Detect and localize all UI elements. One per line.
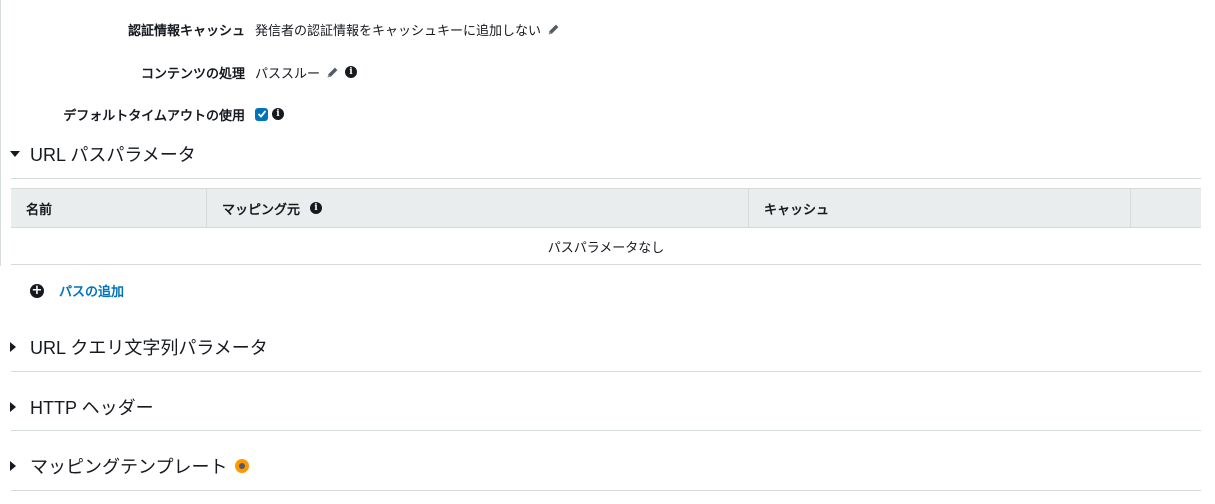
content-handling-value: パススルー (255, 66, 321, 82)
default-timeout-checkbox[interactable] (255, 107, 268, 121)
content-handling-row: コンテンツの処理 パススルー i (0, 62, 1215, 82)
plus-circle-icon: + (30, 283, 44, 298)
divider (11, 490, 1201, 491)
credentials-cache-value: 発信者の認証情報をキャッシュキーに追加しない (255, 23, 542, 39)
add-path-button[interactable]: + パスの追加 (30, 281, 124, 300)
info-icon[interactable]: i (310, 202, 323, 214)
info-icon[interactable]: i (272, 108, 284, 120)
caret-right-icon (0, 402, 30, 412)
column-header-label: 名前 (26, 202, 53, 218)
caret-right-icon (0, 461, 30, 471)
mapping-templates-header[interactable]: マッピングテンプレート (0, 455, 1201, 477)
table-header: 名前 マッピング元 i キャッシュ (11, 188, 1201, 228)
empty-state-row: パスパラメータなし (11, 228, 1201, 265)
http-headers-header[interactable]: HTTP ヘッダー (0, 396, 1201, 418)
content-handling-value-wrap: パススルー i (255, 63, 358, 82)
status-dot-icon (235, 459, 250, 473)
path-params-table: 名前 マッピング元 i キャッシュ パスパラメータなし (11, 188, 1201, 265)
column-header-name: 名前 (11, 189, 207, 227)
column-header-cache: キャッシュ (749, 189, 1131, 227)
default-timeout-row: デフォルトタイムアウトの使用 i (0, 104, 1215, 124)
section-title: HTTP ヘッダー (30, 398, 154, 418)
pencil-icon[interactable] (326, 66, 339, 79)
pencil-icon[interactable] (547, 23, 560, 36)
column-header-mapped-from: マッピング元 i (207, 189, 749, 227)
section-title: マッピングテンプレート (30, 457, 228, 477)
divider (11, 430, 1201, 431)
credentials-cache-value-wrap: 発信者の認証情報をキャッシュキーに追加しない (255, 20, 560, 39)
add-path-label: パスの追加 (59, 285, 125, 300)
query-string-params-header[interactable]: URL クエリ文字列パラメータ (0, 336, 1201, 358)
credentials-cache-row: 認証情報キャッシュ 発信者の認証情報をキャッシュキーに追加しない (0, 19, 1215, 39)
credentials-cache-label: 認証情報キャッシュ (127, 23, 245, 39)
content-handling-label: コンテンツの処理 (140, 66, 245, 82)
column-header-label: マッピング元 (222, 202, 301, 218)
caret-right-icon (0, 342, 30, 352)
caret-down-icon (0, 151, 30, 157)
checkmark-icon (257, 110, 266, 118)
left-border (0, 0, 1, 266)
section-title: URL パスパラメータ (30, 145, 196, 165)
default-timeout-label: デフォルトタイムアウトの使用 (63, 108, 245, 124)
default-timeout-value-wrap: i (255, 107, 284, 121)
divider (11, 178, 1201, 179)
info-icon[interactable]: i (345, 66, 358, 78)
column-header-actions (1131, 189, 1201, 227)
divider (11, 371, 1201, 372)
url-path-params-header[interactable]: URL パスパラメータ (0, 143, 1201, 165)
section-title: URL クエリ文字列パラメータ (30, 338, 268, 358)
column-header-label: キャッシュ (764, 202, 830, 218)
